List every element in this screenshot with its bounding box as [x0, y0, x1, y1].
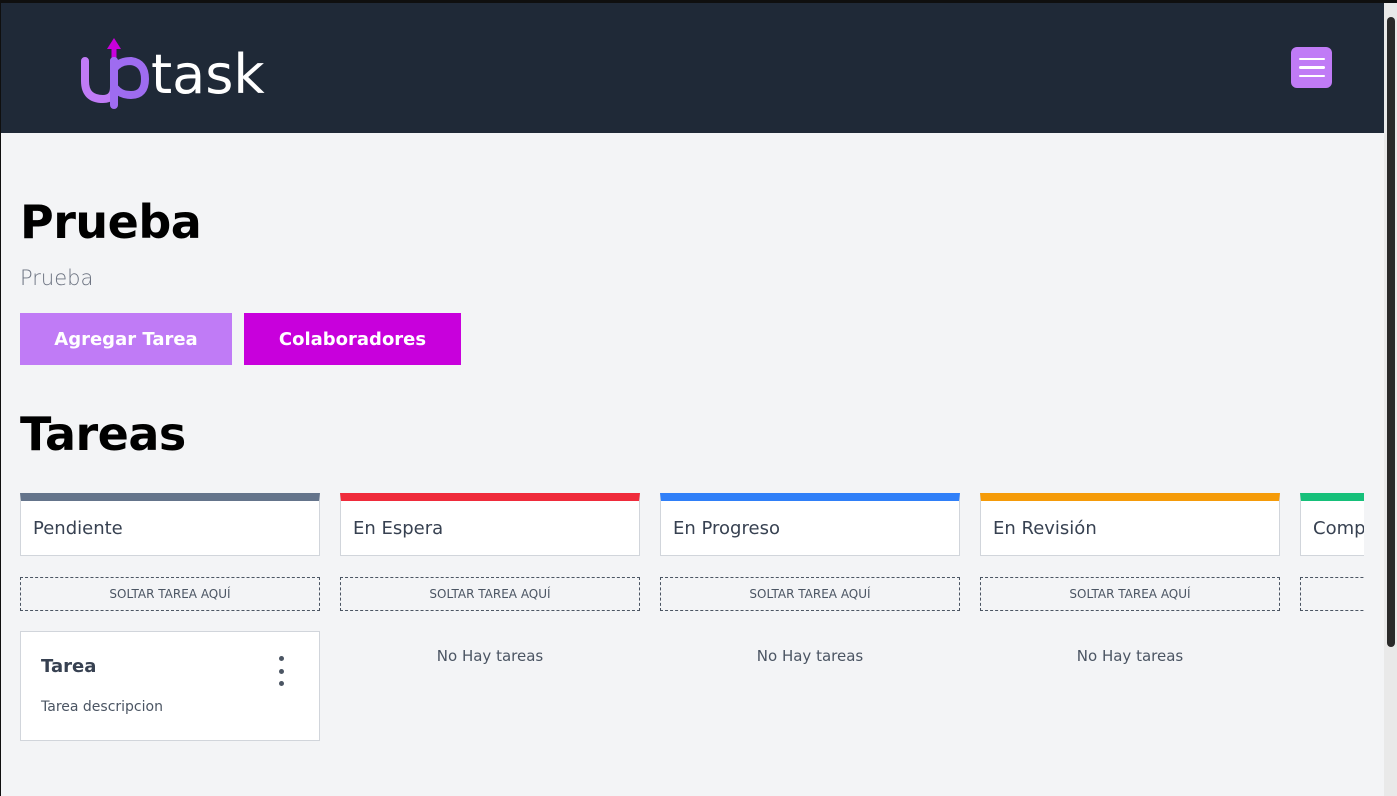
- scrollbar-thumb[interactable]: [1387, 17, 1395, 647]
- column-en-espera: En Espera SOLTAR TAREA AQUÍ No Hay tarea…: [340, 493, 640, 665]
- task-title: Tarea: [41, 656, 97, 677]
- add-task-button[interactable]: Agregar Tarea: [20, 313, 232, 365]
- column-header: En Espera: [340, 493, 640, 556]
- uptask-logo[interactable]: task: [79, 33, 289, 113]
- browser-viewport: task Prueba Prueba Agregar Tarea Colabor…: [0, 0, 1397, 796]
- column-header: En Progreso: [660, 493, 960, 556]
- drop-zone[interactable]: SOLTAR TAREA AQUÍ: [340, 577, 640, 611]
- column-en-progreso: En Progreso SOLTAR TAREA AQUÍ No Hay tar…: [660, 493, 960, 665]
- project-title: Prueba: [20, 195, 202, 249]
- column-pendiente: Pendiente SOLTAR TAREA AQUÍ Tarea Tarea …: [20, 493, 320, 741]
- drop-zone[interactable]: SOLTAR TAREA AQUÍ: [660, 577, 960, 611]
- drop-zone[interactable]: [1300, 577, 1364, 611]
- tasks-section-title: Tareas: [20, 407, 186, 461]
- column-header: Pendiente: [20, 493, 320, 556]
- empty-column-message: No Hay tareas: [756, 647, 864, 665]
- main-content: Prueba Prueba Agregar Tarea Colaboradore…: [1, 133, 1384, 796]
- svg-text:task: task: [151, 43, 265, 106]
- vertical-scrollbar[interactable]: [1384, 3, 1397, 796]
- empty-column-message: No Hay tareas: [436, 647, 544, 665]
- kebab-menu-icon[interactable]: [276, 656, 286, 686]
- hamburger-icon: [1298, 57, 1325, 61]
- drop-zone[interactable]: SOLTAR TAREA AQUÍ: [20, 577, 320, 611]
- hamburger-icon: [1298, 66, 1325, 69]
- column-header: Comp: [1300, 493, 1364, 556]
- column-header: En Revisión: [980, 493, 1280, 556]
- task-card[interactable]: Tarea Tarea descripcion: [20, 631, 320, 741]
- app-header: task: [1, 3, 1384, 133]
- empty-column-message: No Hay tareas: [1076, 647, 1184, 665]
- column-en-revision: En Revisión SOLTAR TAREA AQUÍ No Hay tar…: [980, 493, 1280, 665]
- drop-zone[interactable]: SOLTAR TAREA AQUÍ: [980, 577, 1280, 611]
- project-description: Prueba: [20, 266, 94, 290]
- menu-button[interactable]: [1291, 47, 1332, 88]
- column-completada: Comp: [1300, 493, 1364, 611]
- hamburger-icon: [1298, 74, 1325, 78]
- task-description: Tarea descripcion: [41, 699, 163, 715]
- collaborators-button[interactable]: Colaboradores: [244, 313, 461, 365]
- kanban-board: Pendiente SOLTAR TAREA AQUÍ Tarea Tarea …: [20, 493, 1364, 796]
